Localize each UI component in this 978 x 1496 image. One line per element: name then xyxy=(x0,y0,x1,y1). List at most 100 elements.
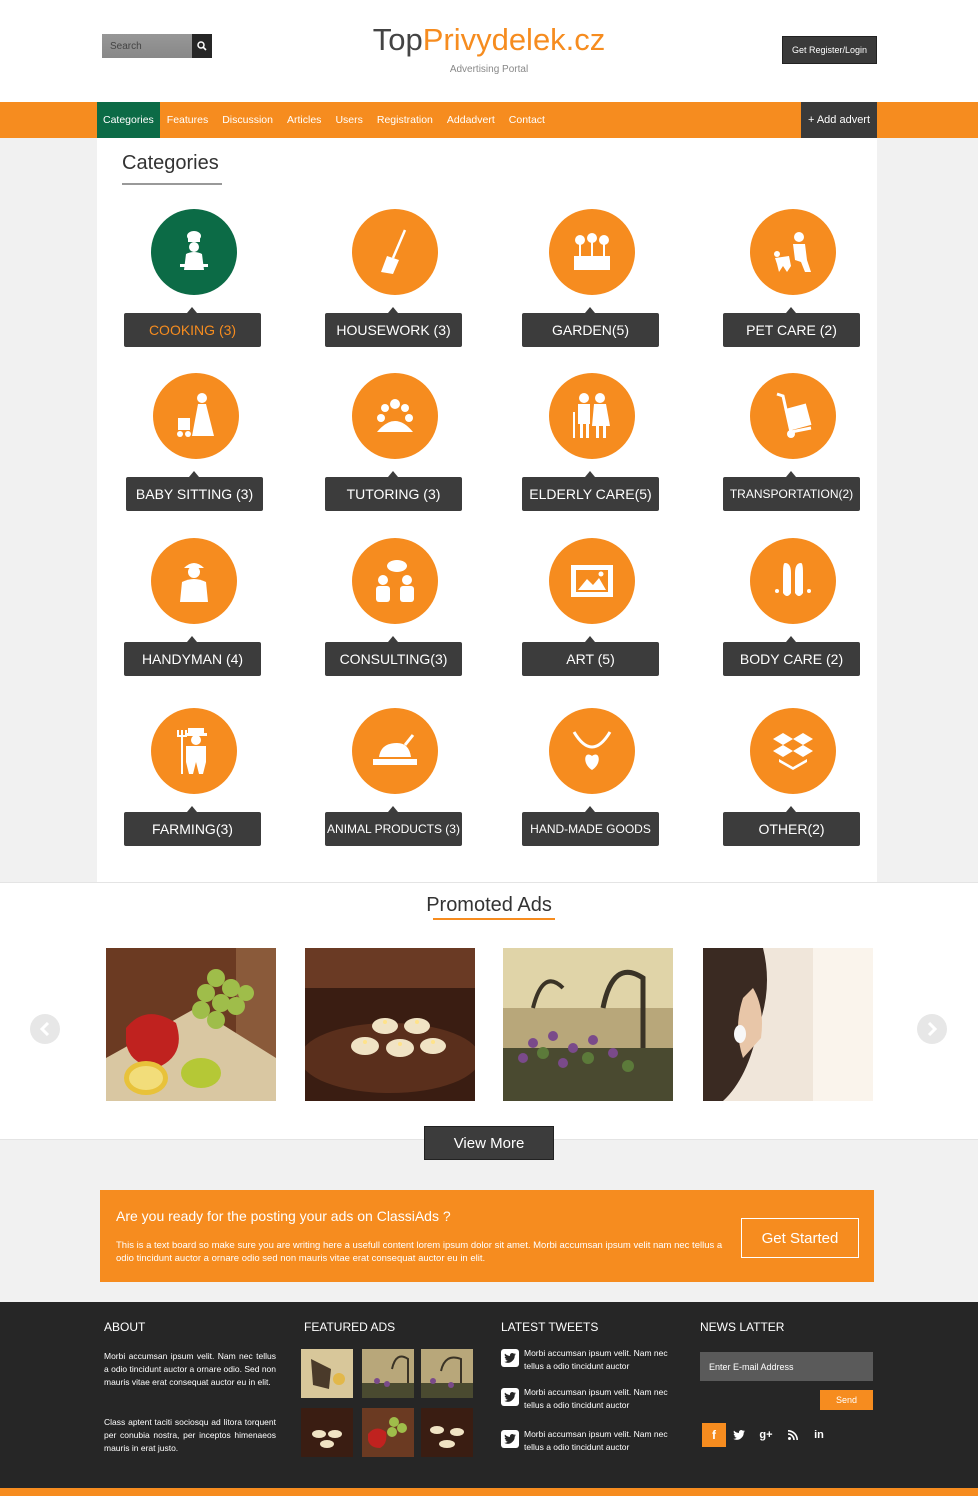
category-label: ANIMAL PRODUCTS (3) xyxy=(325,806,462,846)
flower-pot-icon xyxy=(549,209,635,295)
featured-ad-thumb[interactable] xyxy=(362,1408,414,1457)
google-plus-link[interactable]: g+ xyxy=(754,1423,778,1447)
cta-title: Are you ready for the posting your ads o… xyxy=(116,1208,451,1224)
category-farming[interactable]: FARMING(3) xyxy=(124,708,264,848)
tweet-item[interactable]: Morbi accumsan ipsum velit. Nam nec tell… xyxy=(501,1386,681,1416)
category-tutoring[interactable]: TUTORING (3) xyxy=(325,373,465,513)
consulting-icon xyxy=(352,538,438,624)
featured-ad-thumb[interactable] xyxy=(421,1349,473,1398)
view-more-button[interactable]: View More xyxy=(424,1126,554,1160)
category-housework[interactable]: HOUSEWORK (3) xyxy=(325,209,465,349)
category-label: TRANSPORTATION(2) xyxy=(723,471,860,511)
roast-chicken-icon xyxy=(352,708,438,794)
twitter-link[interactable] xyxy=(727,1423,751,1447)
promoted-ad-candles[interactable] xyxy=(305,948,475,1101)
tweet-item[interactable]: Morbi accumsan ipsum velit. Nam nec tell… xyxy=(501,1347,681,1377)
category-animal-products[interactable]: ANIMAL PRODUCTS (3) xyxy=(325,708,465,848)
category-cooking[interactable]: COOKING (3) xyxy=(124,209,264,349)
chef-icon xyxy=(151,209,237,295)
twitter-icon xyxy=(501,1349,519,1367)
carousel-prev-button[interactable] xyxy=(30,1014,60,1044)
tweet-text: Morbi accumsan ipsum velit. Nam nec tell… xyxy=(524,1348,668,1371)
picture-icon xyxy=(549,538,635,624)
footer-about-text-1: Morbi accumsan ipsum velit. Nam nec tell… xyxy=(104,1351,277,1387)
add-advert-button[interactable]: + Add advert xyxy=(801,102,877,138)
footer-featured-title: FEATURED ADS xyxy=(304,1320,396,1334)
twitter-icon xyxy=(501,1430,519,1448)
nav-item-registration[interactable]: Registration xyxy=(370,102,440,138)
rss-link[interactable] xyxy=(781,1423,805,1447)
category-art[interactable]: ART (5) xyxy=(522,538,662,678)
featured-ad-thumb[interactable] xyxy=(362,1349,414,1398)
footer-tweets-title: LATEST TWEETS xyxy=(501,1320,599,1334)
promoted-ad-vegetables[interactable] xyxy=(106,948,276,1101)
category-label: ART (5) xyxy=(522,636,659,676)
promoted-ads-title: Promoted Ads xyxy=(426,894,552,916)
category-elderly-care[interactable]: ELDERLY CARE(5) xyxy=(522,373,662,513)
nav-item-contact[interactable]: Contact xyxy=(502,102,552,138)
broom-icon xyxy=(352,209,438,295)
facebook-link[interactable]: f xyxy=(702,1423,726,1447)
farmer-icon xyxy=(151,708,237,794)
category-label: OTHER(2) xyxy=(723,806,860,846)
hand-truck-icon xyxy=(750,373,836,459)
facebook-icon: f xyxy=(712,1428,716,1442)
logo-part-2: Privydelek.cz xyxy=(422,22,606,57)
category-label: ELDERLY CARE(5) xyxy=(522,471,659,511)
newsletter-send-button[interactable]: Send xyxy=(820,1390,873,1410)
register-login-button[interactable]: Get Register/Login xyxy=(782,36,877,64)
categories-underline xyxy=(122,183,222,185)
box-icon xyxy=(750,708,836,794)
logo-part-1: Top xyxy=(372,22,423,57)
category-transportation[interactable]: TRANSPORTATION(2) xyxy=(723,373,863,513)
category-pet-care[interactable]: PET CARE (2) xyxy=(723,209,863,349)
linkedin-link[interactable]: in xyxy=(807,1423,831,1447)
nav-item-addadvert[interactable]: Addadvert xyxy=(440,102,502,138)
nav-item-articles[interactable]: Articles xyxy=(280,102,328,138)
group-icon xyxy=(352,373,438,459)
nav-item-features[interactable]: Features xyxy=(160,102,215,138)
categories-title: Categories xyxy=(122,152,219,174)
elderly-icon xyxy=(549,373,635,459)
main-nav: Categories Features Discussion Articles … xyxy=(0,102,978,138)
newsletter-email-field[interactable] xyxy=(700,1352,873,1381)
category-label: CONSULTING(3) xyxy=(325,636,462,676)
linkedin-icon: in xyxy=(814,1429,824,1441)
footer-newsletter-title: NEWS LATTER xyxy=(700,1320,785,1334)
nav-item-categories[interactable]: Categories xyxy=(97,102,160,138)
promoted-ads-underline xyxy=(433,918,555,920)
nav-item-discussion[interactable]: Discussion xyxy=(215,102,280,138)
featured-ad-thumb[interactable] xyxy=(301,1408,353,1457)
category-label: HANDYMAN (4) xyxy=(124,636,261,676)
twitter-icon xyxy=(501,1388,519,1406)
category-garden[interactable]: GARDEN(5) xyxy=(522,209,662,349)
get-started-button[interactable]: Get Started xyxy=(741,1218,859,1258)
category-label: BABY SITTING (3) xyxy=(126,471,263,511)
category-other[interactable]: OTHER(2) xyxy=(723,708,863,848)
pet-icon xyxy=(750,209,836,295)
featured-ad-thumb[interactable] xyxy=(421,1408,473,1457)
stroller-icon xyxy=(153,373,239,459)
promoted-ad-woman[interactable] xyxy=(703,948,873,1101)
footer-about-text-2: Class aptent taciti sociosqu ad litora t… xyxy=(104,1417,276,1453)
nav-item-users[interactable]: Users xyxy=(328,102,369,138)
tweet-text: Morbi accumsan ipsum velit. Nam nec tell… xyxy=(524,1429,668,1452)
category-label: TUTORING (3) xyxy=(325,471,462,511)
category-consulting[interactable]: CONSULTING(3) xyxy=(325,538,465,678)
category-body-care[interactable]: BODY CARE (2) xyxy=(723,538,863,678)
category-label: GARDEN(5) xyxy=(522,307,659,347)
category-label: PET CARE (2) xyxy=(723,307,860,347)
worker-icon xyxy=(151,538,237,624)
chevron-right-icon xyxy=(927,1022,938,1036)
cta-banner: Are you ready for the posting your ads o… xyxy=(100,1190,874,1282)
rss-icon xyxy=(788,1430,798,1440)
category-baby-sitting[interactable]: BABY SITTING (3) xyxy=(126,373,266,513)
category-hand-made-goods[interactable]: HAND-MADE GOODS xyxy=(522,708,662,848)
tweet-text: Morbi accumsan ipsum velit. Nam nec tell… xyxy=(524,1387,668,1410)
category-handyman[interactable]: HANDYMAN (4) xyxy=(124,538,264,678)
featured-ad-thumb[interactable] xyxy=(301,1349,353,1398)
tweet-item[interactable]: Morbi accumsan ipsum velit. Nam nec tell… xyxy=(501,1428,681,1458)
carousel-next-button[interactable] xyxy=(917,1014,947,1044)
promoted-ad-flowers[interactable] xyxy=(503,948,673,1101)
category-label: HAND-MADE GOODS xyxy=(522,806,659,846)
